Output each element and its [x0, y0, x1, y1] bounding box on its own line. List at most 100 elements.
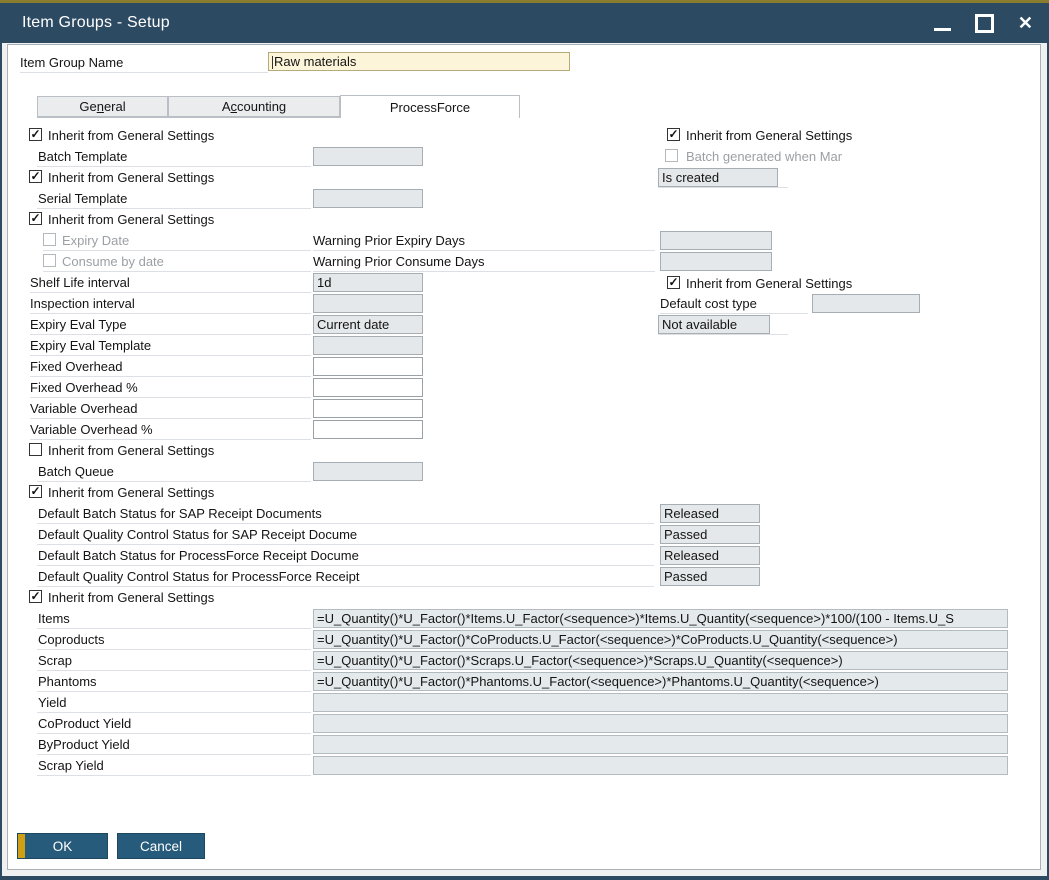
- default-cost-type-label: Default cost type: [660, 294, 757, 313]
- default-batch-status-sap-field[interactable]: Released: [660, 504, 760, 523]
- row-divider: [37, 166, 311, 167]
- batch-queue-label: Batch Queue: [38, 462, 114, 481]
- shelf-life-label: Shelf Life interval: [30, 273, 130, 292]
- serial-template-field[interactable]: [313, 189, 423, 208]
- row-divider: [660, 313, 808, 314]
- not-available-dropdown[interactable]: Not available: [658, 315, 770, 334]
- checkmark-icon: ✓: [30, 129, 40, 140]
- tab-processforce[interactable]: ProcessForce: [340, 95, 520, 118]
- phantoms-formula-label: Phantoms: [38, 672, 97, 691]
- inherit-label: Inherit from General Settings: [686, 274, 852, 293]
- checkmark-icon: ✓: [30, 486, 40, 497]
- row-divider: [37, 712, 311, 713]
- item-group-name-field[interactable]: Raw materials: [268, 52, 570, 71]
- row-divider: [30, 439, 311, 440]
- checkmark-icon: ✓: [30, 591, 40, 602]
- default-qc-status-sap-field[interactable]: Passed: [660, 525, 760, 544]
- expiry-eval-template-field[interactable]: [313, 336, 423, 355]
- row-divider: [658, 187, 788, 188]
- minimize-icon[interactable]: [934, 28, 951, 31]
- byproduct-yield-field[interactable]: [313, 735, 1008, 754]
- ok-button[interactable]: OK: [17, 833, 108, 859]
- tab-general[interactable]: General: [37, 96, 168, 117]
- fixed-overhead-pct-label: Fixed Overhead %: [30, 378, 138, 397]
- inherit-label: Inherit from General Settings: [48, 210, 214, 229]
- inspection-interval-label: Inspection interval: [30, 294, 135, 313]
- batch-queue-field[interactable]: [313, 462, 423, 481]
- yield-field[interactable]: [313, 693, 1008, 712]
- row-divider: [37, 754, 311, 755]
- fixed-overhead-field[interactable]: [313, 357, 423, 376]
- cancel-button-label: Cancel: [140, 839, 182, 854]
- default-batch-status-sap-label: Default Batch Status for SAP Receipt Doc…: [38, 504, 322, 523]
- cancel-button[interactable]: Cancel: [117, 833, 205, 859]
- variable-overhead-field[interactable]: [313, 399, 423, 418]
- inherit-label: Inherit from General Settings: [48, 441, 214, 460]
- row-divider: [30, 292, 311, 293]
- warning-prior-expiry-field[interactable]: [660, 231, 772, 250]
- variable-overhead-pct-field[interactable]: [313, 420, 423, 439]
- fixed-overhead-label: Fixed Overhead: [30, 357, 123, 376]
- coproduct-yield-field[interactable]: [313, 714, 1008, 733]
- row-divider: [37, 775, 311, 776]
- tab-label: Ge: [79, 99, 96, 114]
- maximize-icon[interactable]: [975, 14, 994, 33]
- checkbox-inherit-batch-queue[interactable]: [29, 443, 42, 456]
- expiry-eval-template-label: Expiry Eval Template: [30, 336, 151, 355]
- checkbox-inherit-statuses[interactable]: ✓: [29, 485, 42, 498]
- checkbox-inherit-expiry[interactable]: ✓: [29, 212, 42, 225]
- row-divider: [37, 649, 311, 650]
- close-icon[interactable]: ✕: [1018, 14, 1033, 32]
- is-created-dropdown[interactable]: Is created: [658, 168, 778, 187]
- checkbox-consume-by-date[interactable]: [43, 254, 56, 267]
- row-divider: [30, 334, 311, 335]
- row-divider: [30, 397, 311, 398]
- scrap-yield-field[interactable]: [313, 756, 1008, 775]
- item-groups-setup-window: Item Groups - Setup ✕ Item Group Name Ra…: [0, 0, 1049, 880]
- warning-prior-consume-field[interactable]: [660, 252, 772, 271]
- default-batch-status-pf-field[interactable]: Released: [660, 546, 760, 565]
- yield-label: Yield: [38, 693, 66, 712]
- checkbox-inherit-formulas[interactable]: ✓: [29, 590, 42, 603]
- row-divider: [30, 313, 311, 314]
- checkbox-batch-generated[interactable]: [665, 149, 678, 162]
- checkmark-icon: ✓: [30, 213, 40, 224]
- batch-template-field[interactable]: [313, 147, 423, 166]
- checkbox-expiry-date[interactable]: [43, 233, 56, 246]
- row-divider: [30, 376, 311, 377]
- checkbox-inherit-serial-template[interactable]: ✓: [29, 170, 42, 183]
- row-divider: [43, 250, 311, 251]
- row-divider: [30, 418, 311, 419]
- items-formula-field[interactable]: =U_Quantity()*U_Factor()*Items.U_Factor(…: [313, 609, 1008, 628]
- tab-label: ProcessForce: [390, 100, 470, 115]
- window-border-bottom: [0, 876, 1049, 880]
- default-cost-type-field[interactable]: [812, 294, 920, 313]
- shelf-life-field[interactable]: 1d: [313, 273, 423, 292]
- row-divider: [37, 691, 311, 692]
- row-divider: [37, 628, 311, 629]
- warning-prior-expiry-label: Warning Prior Expiry Days: [313, 231, 465, 250]
- inspection-interval-field[interactable]: [313, 294, 423, 313]
- window-border-left: [0, 3, 2, 880]
- coproducts-formula-field[interactable]: =U_Quantity()*U_Factor()*CoProducts.U_Fa…: [313, 630, 1008, 649]
- byproduct-yield-label: ByProduct Yield: [38, 735, 130, 754]
- default-qc-status-pf-label: Default Quality Control Status for Proce…: [38, 567, 360, 586]
- row-divider: [37, 208, 311, 209]
- coproduct-yield-label: CoProduct Yield: [38, 714, 131, 733]
- tab-accounting[interactable]: Accounting: [168, 96, 340, 117]
- fixed-overhead-pct-field[interactable]: [313, 378, 423, 397]
- inherit-label: Inherit from General Settings: [48, 168, 214, 187]
- phantoms-formula-field[interactable]: =U_Quantity()*U_Factor()*Phantoms.U_Fact…: [313, 672, 1008, 691]
- scrap-formula-field[interactable]: =U_Quantity()*U_Factor()*Scraps.U_Factor…: [313, 651, 1008, 670]
- checkbox-inherit-batch-template[interactable]: ✓: [29, 128, 42, 141]
- expiry-eval-type-field[interactable]: Current date: [313, 315, 423, 334]
- coproducts-formula-label: Coproducts: [38, 630, 104, 649]
- tab-label-mnemonic: n: [97, 99, 104, 114]
- inherit-label: Inherit from General Settings: [686, 126, 852, 145]
- default-qc-status-pf-field[interactable]: Passed: [660, 567, 760, 586]
- scrap-formula-label: Scrap: [38, 651, 72, 670]
- checkbox-inherit-cost-type[interactable]: ✓: [667, 276, 680, 289]
- row-divider: [37, 733, 311, 734]
- consume-by-date-label: Consume by date: [62, 252, 164, 271]
- checkbox-inherit-batch-generated[interactable]: ✓: [667, 128, 680, 141]
